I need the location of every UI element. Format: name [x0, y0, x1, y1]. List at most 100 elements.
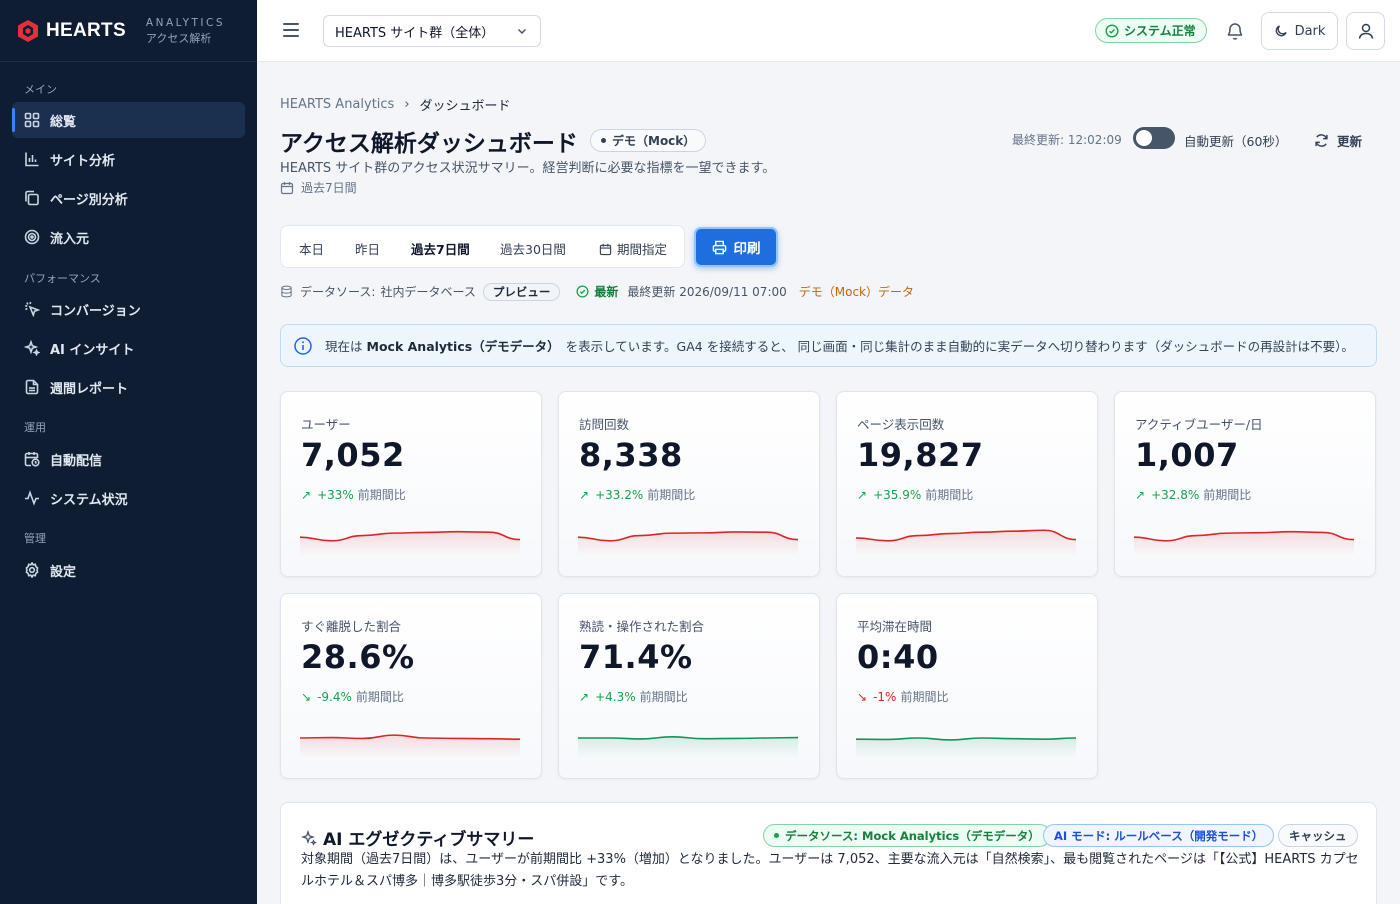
- section-label-main: メイン: [24, 83, 57, 96]
- bar-chart-icon: [25, 152, 39, 167]
- sidebar-item-overview[interactable]: 総覧: [12, 102, 245, 138]
- kpi-delta-value: +32.8%: [1151, 487, 1200, 502]
- ai-summary-title: AI エグゼクティブサマリー: [301, 825, 534, 850]
- sidebar-item-label: 流入元: [50, 231, 90, 247]
- top-bar: HEARTS サイト群（全体） システム正常 Dark: [257, 0, 1400, 62]
- tab-custom-label: 期間指定: [617, 242, 668, 257]
- kpi-card[interactable]: アクティブユーザー/日 1,007 ↗ +32.8% 前期間比: [1114, 391, 1376, 577]
- kpi-delta-value: +33%: [317, 487, 354, 502]
- target-icon: [24, 229, 40, 245]
- kpi-label: ユーザー: [301, 417, 351, 432]
- kpi-delta: ↗ +35.9% 前期間比: [857, 486, 973, 503]
- trend-arrow-icon: ↘: [857, 689, 868, 704]
- kpi-label: 熟読・操作された割合: [579, 619, 705, 634]
- kpi-value: 28.6%: [301, 638, 415, 676]
- tab-last-7-days[interactable]: 過去7日間: [411, 239, 470, 258]
- kpi-card[interactable]: 熟読・操作された割合 71.4% ↗ +4.3% 前期間比: [558, 593, 820, 779]
- trend-arrow-icon: ↗: [579, 689, 590, 704]
- kpi-card[interactable]: 訪問回数 8,338 ↗ +33.2% 前期間比: [558, 391, 820, 577]
- pointer-click-icon: [24, 301, 40, 317]
- sidebar-item-weekly-report[interactable]: 週間レポート: [12, 369, 245, 405]
- datasource-label: データソース:: [300, 285, 376, 299]
- sidebar-item-label: 設定: [50, 564, 77, 580]
- sidebar-item-label: サイト分析: [50, 153, 116, 169]
- sidebar-item-page-analysis[interactable]: ページ別分析: [12, 180, 245, 216]
- sparkline-line: [856, 737, 1076, 741]
- tab-yesterday[interactable]: 昨日: [355, 239, 380, 258]
- section-label-admin: 管理: [24, 532, 46, 545]
- kpi-delta-compare: 前期間比: [355, 690, 404, 704]
- breadcrumb-current: ダッシュボード: [419, 99, 511, 114]
- chevron-right-icon: ›: [404, 97, 410, 112]
- kpi-card[interactable]: ユーザー 7,052 ↗ +33% 前期間比: [280, 391, 542, 577]
- sidebar-item-conversion[interactable]: コンバージョン: [12, 291, 245, 327]
- kpi-delta: ↘ -1% 前期間比: [857, 688, 948, 705]
- kpi-label: すぐ離脱した割合: [301, 619, 402, 634]
- kpi-label: 平均滞在時間: [857, 619, 933, 634]
- info-banner: 現在は Mock Analytics（デモデータ） を表示しています。GA4 を…: [280, 324, 1377, 367]
- sidebar-item-label: システム状況: [50, 492, 128, 508]
- auto-refresh-toggle[interactable]: [1133, 127, 1175, 149]
- user-button[interactable]: [1346, 12, 1385, 50]
- bell-icon[interactable]: [1225, 21, 1245, 41]
- brand[interactable]: HEARTS ANALYTICS アクセス解析: [0, 0, 257, 62]
- sparkline-area: [578, 531, 798, 556]
- kpi-label: アクティブユーザー/日: [1135, 417, 1263, 432]
- dark-mode-button[interactable]: Dark: [1261, 12, 1338, 50]
- kpi-delta-value: +4.3%: [595, 689, 636, 704]
- kpi-delta-compare: 前期間比: [357, 488, 406, 502]
- sidebar-item-settings[interactable]: 設定: [12, 552, 245, 588]
- refresh-button[interactable]: 更新: [1314, 131, 1362, 150]
- kpi-value: 71.4%: [579, 638, 693, 676]
- section-label-performance: パフォーマンス: [24, 272, 101, 285]
- sparkles-icon: [24, 340, 40, 356]
- kpi-sparkline: [300, 530, 520, 556]
- trend-arrow-icon: ↘: [301, 689, 312, 704]
- sparkline-area: [856, 738, 1076, 758]
- sidebar-item-label: ページ別分析: [50, 192, 128, 208]
- trend-arrow-icon: ↗: [579, 487, 590, 502]
- page-subtitle: HEARTS サイト群のアクセス状況サマリー。経営判断に必要な指標を一望できます…: [280, 161, 776, 176]
- date-range-tabs: 本日 昨日 過去7日間 過去30日間 期間指定: [280, 225, 685, 268]
- info-icon: [294, 336, 312, 355]
- check-circle-icon: [1105, 23, 1119, 38]
- ai-title-text: AI エグゼクティブサマリー: [323, 830, 535, 850]
- trend-arrow-icon: ↗: [301, 487, 312, 502]
- tab-today[interactable]: 本日: [299, 239, 324, 258]
- print-button[interactable]: 印刷: [694, 227, 778, 267]
- tab-custom-range[interactable]: 期間指定: [599, 239, 667, 258]
- preview-badge: プレビュー: [482, 282, 561, 301]
- datasource-value: 社内データベース: [380, 285, 476, 299]
- last-updated: 最終更新: 12:02:09: [1012, 133, 1122, 147]
- print-label: 印刷: [733, 241, 761, 257]
- sidebar-item-referrers[interactable]: 流入元: [12, 219, 245, 255]
- system-status-badge[interactable]: システム正常: [1095, 18, 1207, 43]
- kpi-delta-value: +35.9%: [873, 487, 922, 502]
- sidebar-item-auto-delivery[interactable]: 自動配信: [12, 441, 245, 477]
- datasource-updated: 最終更新 2026/09/11 07:00: [627, 285, 787, 299]
- sidebar-item-system-status[interactable]: システム状況: [12, 480, 245, 516]
- kpi-delta-compare: 前期間比: [1203, 488, 1252, 502]
- kpi-card[interactable]: ページ表示回数 19,827 ↗ +35.9% 前期間比: [836, 391, 1098, 577]
- kpi-card[interactable]: 平均滞在時間 0:40 ↘ -1% 前期間比: [836, 593, 1098, 779]
- site-select[interactable]: HEARTS サイト群（全体）: [323, 15, 541, 47]
- kpi-card[interactable]: すぐ離脱した割合 28.6% ↘ -9.4% 前期間比: [280, 593, 542, 779]
- sparkline-area: [300, 531, 520, 556]
- kpi-value: 1,007: [1135, 436, 1239, 474]
- sparkline-area: [856, 530, 1076, 556]
- mock-data-label: デモ（Mock）データ: [798, 285, 915, 299]
- hexagon-logo-icon: [18, 19, 38, 42]
- breadcrumb-root[interactable]: HEARTS Analytics: [280, 97, 394, 112]
- info-pre: 現在は: [325, 339, 363, 354]
- info-post: を表示しています。GA4 を接続すると、 同じ画面・同じ集計のまま自動的に実デー…: [565, 339, 1354, 354]
- document-icon: [25, 379, 39, 395]
- sparkline-area: [578, 736, 798, 758]
- sidebar-item-site-analysis[interactable]: サイト分析: [12, 141, 245, 177]
- sidebar-item-ai-insight[interactable]: AI インサイト: [12, 330, 245, 366]
- datasource-row: データソース: 社内データベース プレビュー 最新 最終更新 2026/09/1…: [280, 282, 914, 301]
- tab-last-30-days[interactable]: 過去30日間: [500, 239, 566, 258]
- user-icon: [1358, 23, 1373, 39]
- sidebar-item-label: AI インサイト: [50, 342, 135, 358]
- ai-cache-badge: キャッシュ: [1278, 824, 1358, 847]
- menu-icon[interactable]: [283, 23, 299, 37]
